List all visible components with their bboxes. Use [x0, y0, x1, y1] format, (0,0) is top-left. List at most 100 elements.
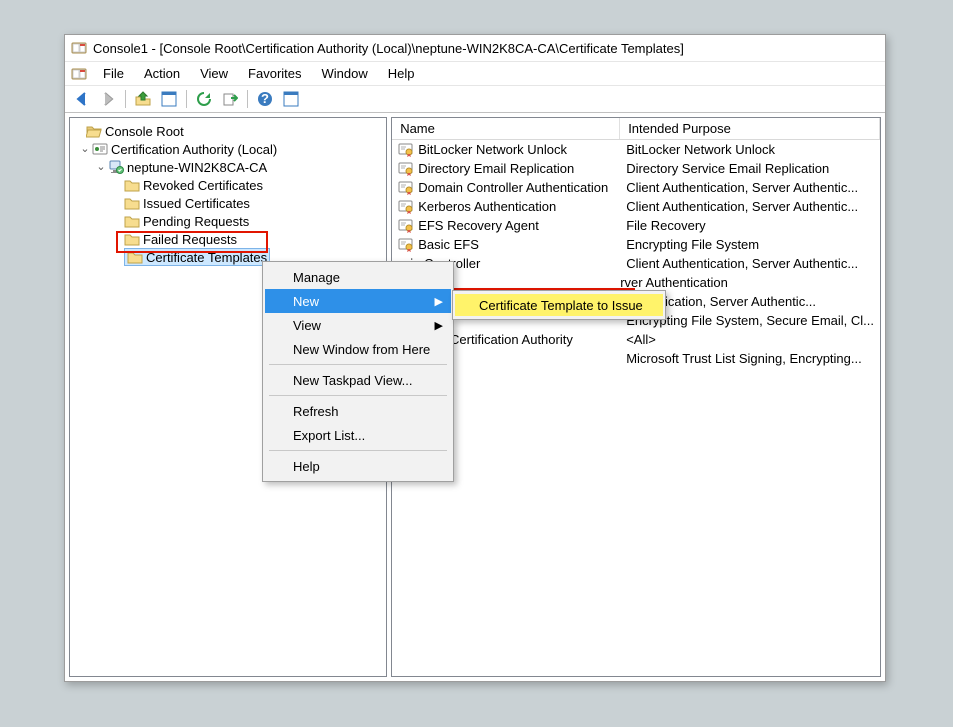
- list-row[interactable]: Kerberos AuthenticationClient Authentica…: [392, 197, 880, 216]
- titlebar: Console1 - [Console Root\Certification A…: [65, 35, 885, 61]
- context-menu-separator: [269, 364, 447, 365]
- tree-node-console-root[interactable]: Console Root: [72, 122, 384, 140]
- tree-label: Console Root: [105, 124, 184, 139]
- list-row[interactable]: Directory Email Replication Directory Ser…: [392, 159, 880, 178]
- system-menu-icon[interactable]: [71, 66, 87, 82]
- tree-label: Certificate Templates: [146, 250, 267, 265]
- certificate-template-icon: [398, 180, 414, 196]
- list-header: Name Intended Purpose: [392, 118, 880, 140]
- context-menu-item[interactable]: New Window from Here: [265, 337, 451, 361]
- tree-label: Issued Certificates: [143, 196, 250, 211]
- context-menu-item[interactable]: Manage: [265, 265, 451, 289]
- up-one-level-button[interactable]: [131, 88, 155, 110]
- cell-name: BitLocker Network Unlock: [418, 142, 567, 157]
- context-menu-item[interactable]: Refresh: [265, 399, 451, 423]
- column-header-name[interactable]: Name: [392, 118, 620, 139]
- submenu-arrow-icon: ▶: [435, 295, 443, 308]
- list-row[interactable]: bordinate Certification Authority<All>: [392, 330, 880, 349]
- menubar: File Action View Favorites Window Help: [65, 61, 885, 85]
- context-menu: Manage New ▶ View ▶ New Window from Here New T…: [262, 261, 454, 482]
- tree-label: Revoked Certificates: [143, 178, 263, 193]
- show-hide-tree-button[interactable]: [157, 88, 181, 110]
- list-body: BitLocker Network Unlock BitLocker Networ…: [392, 140, 880, 676]
- export-list-button[interactable]: [218, 88, 242, 110]
- certificate-template-icon: [398, 161, 414, 177]
- menu-window[interactable]: Window: [312, 64, 378, 83]
- context-submenu: Certificate Template to Issue: [452, 290, 666, 320]
- cell-intended-purpose: Directory Service Email Replication: [620, 161, 880, 176]
- list-row[interactable]: Domain Controller AuthenticationClient A…: [392, 178, 880, 197]
- toolbar-sep: [186, 90, 187, 108]
- tree-node-ca-local[interactable]: ⌄ Certification Authority (Local): [72, 140, 384, 158]
- menu-favorites[interactable]: Favorites: [238, 64, 311, 83]
- cell-intended-purpose: Client Authentication, Server Authentic.…: [620, 199, 880, 214]
- ca-icon: [92, 141, 108, 157]
- folder-icon: [124, 195, 140, 211]
- folder-icon: [124, 231, 140, 247]
- toolbar-sep: [247, 90, 248, 108]
- cell-intended-purpose: BitLocker Network Unlock: [620, 142, 880, 157]
- context-menu-item[interactable]: Help: [265, 454, 451, 478]
- context-menu-item-label: Export List...: [293, 428, 365, 443]
- cell-intended-purpose: rver Authentication: [620, 275, 880, 290]
- refresh-button[interactable]: [192, 88, 216, 110]
- context-menu-separator: [269, 395, 447, 396]
- tree-node-revoked-certificates[interactable]: Revoked Certificates: [72, 176, 384, 194]
- cell-name: Domain Controller Authentication: [418, 180, 608, 195]
- forward-button[interactable]: [96, 88, 120, 110]
- context-menu-item[interactable]: Export List...: [265, 423, 451, 447]
- column-header-intended-purpose[interactable]: Intended Purpose: [620, 118, 880, 139]
- cell-name: EFS Recovery Agent: [418, 218, 539, 233]
- context-menu-item-label: New Window from Here: [293, 342, 430, 357]
- menu-file[interactable]: File: [93, 64, 134, 83]
- context-menu-separator: [269, 450, 447, 451]
- ca-server-icon: [108, 159, 124, 175]
- certificate-template-icon: [398, 237, 414, 253]
- submenu-item-certificate-template-to-issue[interactable]: Certificate Template to Issue: [455, 294, 663, 316]
- expand-toggle-icon[interactable]: ⌄: [94, 160, 108, 174]
- expand-toggle-icon[interactable]: ⌄: [78, 142, 92, 156]
- list-row[interactable]: EFS Recovery AgentFile Recovery: [392, 216, 880, 235]
- back-button[interactable]: [70, 88, 94, 110]
- context-menu-item-label: View: [293, 318, 321, 333]
- list-row[interactable]: BitLocker Network Unlock BitLocker Networ…: [392, 140, 880, 159]
- tree-label: Failed Requests: [143, 232, 237, 247]
- tree-node-failed-requests[interactable]: Failed Requests: [72, 230, 384, 248]
- cell-name: Basic EFS: [418, 237, 479, 252]
- show-hide-actions-button[interactable]: [279, 88, 303, 110]
- help-button[interactable]: [253, 88, 277, 110]
- menu-action[interactable]: Action: [134, 64, 190, 83]
- context-menu-item[interactable]: View ▶: [265, 313, 451, 337]
- submenu-arrow-icon: ▶: [435, 319, 443, 332]
- context-menu-item[interactable]: New Taskpad View...: [265, 368, 451, 392]
- context-menu-item-label: Manage: [293, 270, 340, 285]
- context-menu-item-label: New Taskpad View...: [293, 373, 412, 388]
- tree-label: Certification Authority (Local): [111, 142, 277, 157]
- certificate-template-icon: [398, 218, 414, 234]
- tree-node-issued-certificates[interactable]: Issued Certificates: [72, 194, 384, 212]
- menu-help[interactable]: Help: [378, 64, 425, 83]
- tree-label: Pending Requests: [143, 214, 249, 229]
- cell-name: Directory Email Replication: [418, 161, 574, 176]
- folder-icon: [124, 213, 140, 229]
- folder-icon: [127, 249, 143, 265]
- cell-intended-purpose: Microsoft Trust List Signing, Encrypting…: [620, 351, 880, 366]
- list-row[interactable]: ministratorMicrosoft Trust List Signing,…: [392, 349, 880, 368]
- tree-label: neptune-WIN2K8CA-CA: [127, 160, 267, 175]
- tree-node-pending-requests[interactable]: Pending Requests: [72, 212, 384, 230]
- window-title: Console1 - [Console Root\Certification A…: [93, 41, 684, 56]
- cell-intended-purpose: Encrypting File System: [620, 237, 880, 252]
- certificate-template-icon: [398, 142, 414, 158]
- context-menu-item-label: Help: [293, 459, 320, 474]
- context-menu-item[interactable]: New ▶: [265, 289, 451, 313]
- tree-node-ca-server[interactable]: ⌄ neptune-WIN2K8CA-CA: [72, 158, 384, 176]
- list-row[interactable]: Basic EFS Encrypting File System: [392, 235, 880, 254]
- context-menu-item-label: Refresh: [293, 404, 339, 419]
- cell-intended-purpose: Client Authentication, Server Authentic.…: [620, 256, 880, 271]
- toolbar: [65, 85, 885, 113]
- cell-intended-purpose: <All>: [620, 332, 880, 347]
- menu-view[interactable]: View: [190, 64, 238, 83]
- panes: Console Root ⌄ Certification Authority (…: [65, 113, 885, 681]
- list-row[interactable]: main ControllerClient Authentication, Se…: [392, 254, 880, 273]
- context-menu-item-label: New: [293, 294, 319, 309]
